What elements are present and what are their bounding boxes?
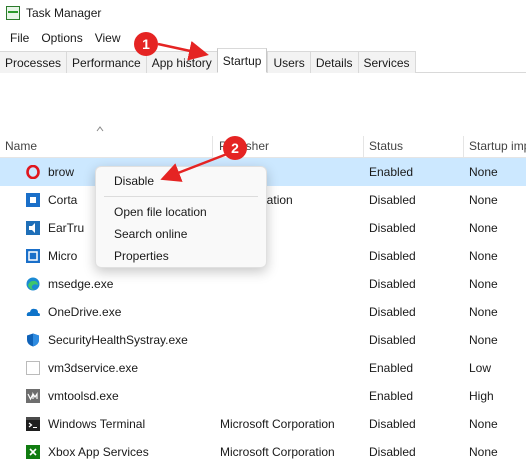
tab-details[interactable]: Details — [309, 51, 358, 73]
xbox-icon — [26, 445, 40, 459]
app-status: Disabled — [369, 249, 416, 263]
app-status: Enabled — [369, 389, 414, 403]
microsoft-app-icon — [26, 249, 40, 263]
tab-performance[interactable]: Performance — [66, 51, 146, 73]
app-startup-impact: None — [469, 221, 498, 235]
menu-open-file-location[interactable]: Open file location — [96, 201, 266, 223]
menu-file[interactable]: File — [4, 31, 35, 45]
menu-separator — [104, 196, 258, 197]
callout-badge-1: 1 — [134, 32, 158, 56]
app-startup-impact: None — [469, 249, 498, 263]
app-name: vm3dservice.exe — [48, 361, 139, 375]
menu-options[interactable]: Options — [35, 31, 88, 45]
window-title: Task Manager — [26, 6, 102, 20]
app-startup-impact: High — [469, 389, 494, 403]
app-startup-impact: None — [469, 305, 498, 319]
app-publisher — [220, 382, 363, 410]
cortana-icon — [26, 193, 40, 207]
app-name: Windows Terminal — [48, 417, 146, 431]
terminal-icon — [26, 417, 40, 431]
app-startup-impact: None — [469, 445, 498, 459]
app-startup-impact: None — [469, 277, 498, 291]
table-row[interactable]: SecurityHealthSystray.exe Disabled None — [0, 326, 526, 354]
app-name: msedge.exe — [48, 277, 114, 291]
task-manager-icon — [6, 6, 20, 20]
app-status: Disabled — [369, 277, 416, 291]
app-publisher: Microsoft Corporation — [220, 445, 335, 459]
menu-properties[interactable]: Properties — [96, 245, 266, 267]
app-name: Xbox App Services — [48, 445, 149, 459]
table-row[interactable]: Xbox App Services Microsoft Corporation … — [0, 438, 526, 466]
table-row[interactable]: msedge.exe Disabled None — [0, 270, 526, 298]
sort-ascending-icon[interactable] — [96, 126, 104, 132]
menu-bar: File Options View — [0, 28, 127, 48]
tab-startup[interactable]: Startup — [216, 48, 268, 73]
app-startup-impact: None — [469, 333, 498, 347]
opera-icon — [26, 165, 40, 179]
column-header-row: Name Publisher Status Startup imp — [0, 136, 526, 158]
app-status: Disabled — [369, 333, 416, 347]
app-name: vmtoolsd.exe — [48, 389, 119, 403]
app-status: Disabled — [369, 193, 416, 207]
app-startup-impact: None — [469, 165, 498, 179]
column-status[interactable]: Status — [364, 136, 462, 158]
column-divider[interactable] — [212, 136, 213, 158]
callout-badge-2: 2 — [223, 136, 247, 160]
app-publisher — [220, 354, 363, 382]
app-name: SecurityHealthSystray.exe — [48, 333, 188, 347]
column-startup-impact[interactable]: Startup imp — [464, 136, 526, 158]
menu-search-online[interactable]: Search online — [96, 223, 266, 245]
app-publisher — [220, 326, 363, 354]
context-menu: Disable Open file location Search online… — [95, 166, 267, 268]
app-startup-impact: None — [469, 417, 498, 431]
edge-icon — [26, 277, 40, 291]
app-name: OneDrive.exe — [48, 305, 122, 319]
app-publisher — [220, 298, 363, 326]
app-status: Disabled — [369, 221, 416, 235]
tab-users[interactable]: Users — [267, 51, 310, 73]
app-status: Disabled — [369, 445, 416, 459]
app-status: Enabled — [369, 361, 414, 375]
app-status: Disabled — [369, 305, 416, 319]
eartrumpet-icon — [26, 221, 40, 235]
generic-app-icon — [26, 361, 40, 375]
shield-icon — [27, 333, 39, 347]
column-name[interactable]: Name — [0, 136, 212, 158]
app-status: Disabled — [369, 417, 416, 431]
table-row[interactable]: vmtoolsd.exe Enabled High — [0, 382, 526, 410]
tab-services[interactable]: Services — [357, 51, 416, 73]
app-startup-impact: None — [469, 193, 498, 207]
tab-bar: Processes Performance App history Startu… — [0, 48, 526, 73]
table-row[interactable]: vm3dservice.exe Enabled Low — [0, 354, 526, 382]
app-status: Enabled — [369, 165, 414, 179]
app-publisher — [220, 270, 363, 298]
app-publisher: Microsoft Corporation — [220, 417, 335, 431]
onedrive-icon — [26, 308, 40, 316]
title-bar: Task Manager — [0, 0, 526, 26]
table-row[interactable]: OneDrive.exe Disabled None — [0, 298, 526, 326]
vmware-icon — [26, 389, 40, 403]
tab-processes[interactable]: Processes — [0, 51, 67, 73]
menu-disable[interactable]: Disable — [96, 170, 266, 192]
app-startup-impact: Low — [469, 361, 492, 375]
tab-app-history[interactable]: App history — [145, 51, 217, 73]
table-row[interactable]: Windows Terminal Microsoft Corporation D… — [0, 410, 526, 438]
menu-view[interactable]: View — [89, 31, 127, 45]
